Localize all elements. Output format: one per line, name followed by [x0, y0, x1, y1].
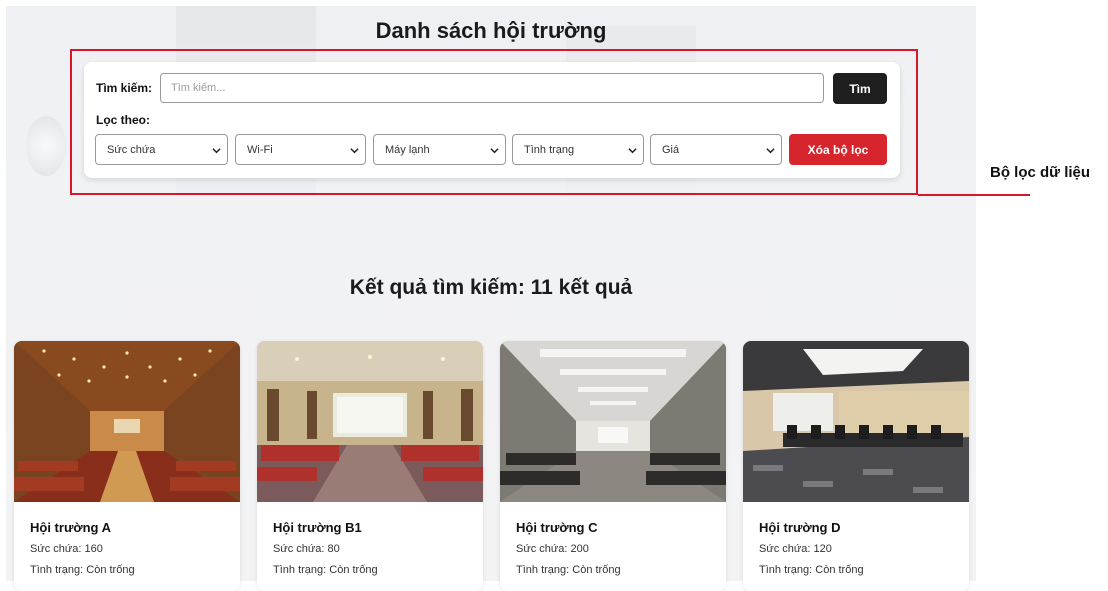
- annotation-label: Bộ lọc dữ liệu: [990, 164, 1091, 181]
- hall-image: [257, 341, 483, 502]
- hall-name: Hội trường D: [759, 520, 841, 535]
- hall-status: Tình trạng: Còn trống: [273, 564, 378, 576]
- hall-image: [743, 341, 969, 502]
- page-title: Danh sách hội trường: [375, 18, 607, 43]
- annotation-callout-line: [918, 194, 1030, 196]
- hall-capacity: Sức chứa: 160: [30, 543, 103, 555]
- hall-card[interactable]: Hội trường D Sức chứa: 120 Tình trạng: C…: [743, 341, 969, 591]
- hall-status: Tình trạng: Còn trống: [30, 564, 135, 576]
- hall-card[interactable]: Hội trường A Sức chứa: 160 Tình trạng: C…: [14, 341, 240, 591]
- hall-name: Hội trường B1: [273, 520, 362, 535]
- hall-image: [14, 341, 240, 502]
- hall-capacity: Sức chứa: 200: [516, 543, 589, 555]
- hall-status: Tình trạng: Còn trống: [759, 564, 864, 576]
- hall-status: Tình trạng: Còn trống: [516, 564, 621, 576]
- hall-capacity: Sức chứa: 120: [759, 543, 832, 555]
- hall-image: [500, 341, 726, 502]
- hall-capacity: Sức chứa: 80: [273, 543, 340, 555]
- hall-card[interactable]: Hội trường C Sức chứa: 200 Tình trạng: C…: [500, 341, 726, 591]
- hall-name: Hội trường C: [516, 520, 598, 535]
- hall-name: Hội trường A: [30, 520, 111, 535]
- hall-card[interactable]: Hội trường B1 Sức chứa: 80 Tình trạng: C…: [257, 341, 483, 591]
- annotation-highlight-box: [70, 49, 918, 195]
- hero-decoration: [26, 116, 66, 176]
- results-title: Kết quả tìm kiếm: 11 kết quả: [349, 276, 633, 299]
